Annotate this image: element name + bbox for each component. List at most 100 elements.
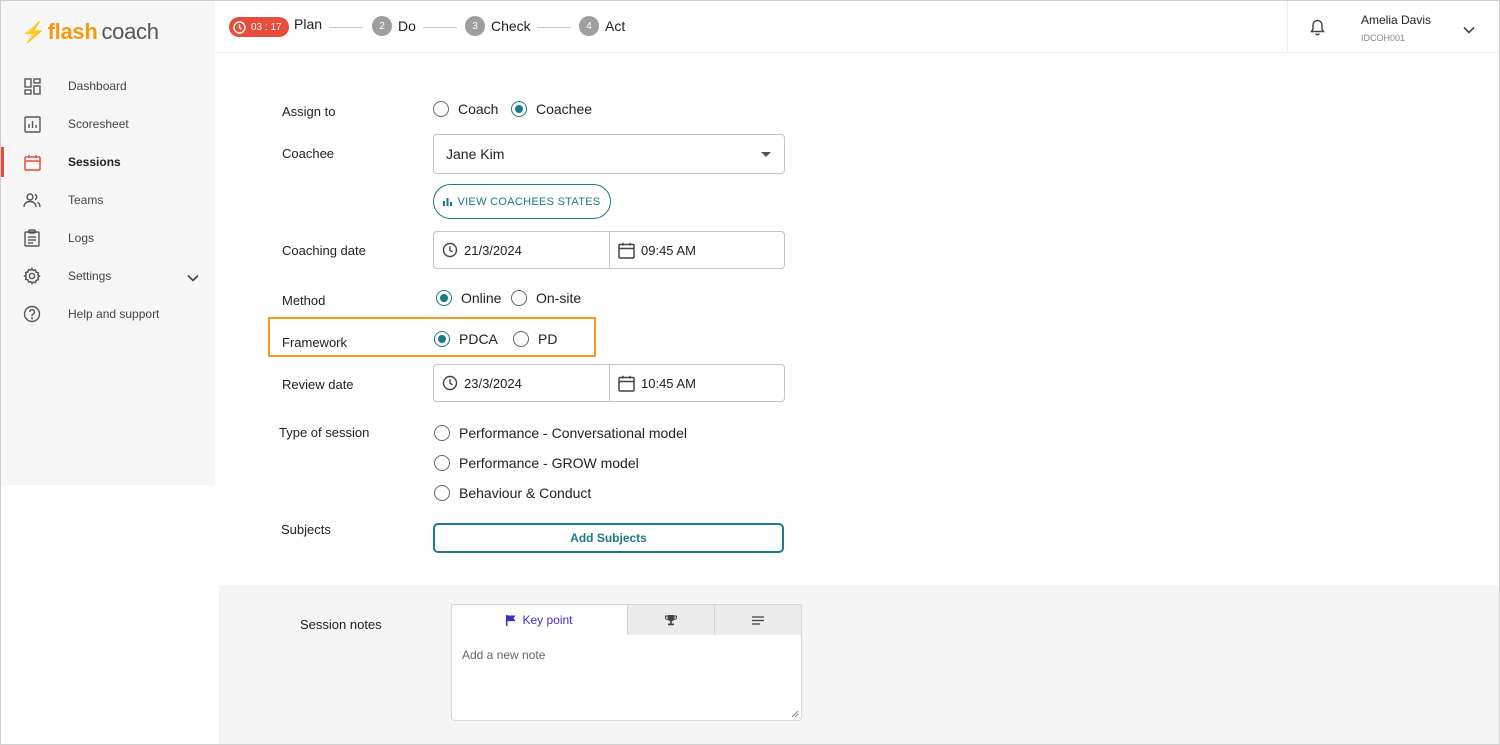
coachee-select[interactable]: Jane Kim [433,134,785,174]
new-note-textarea[interactable]: Add a new note [451,635,802,721]
radio-indicator [433,101,449,117]
coachee-label: Coachee [282,146,335,161]
sidebar-item-label: Teams [68,193,104,207]
radio-indicator [511,290,527,306]
radio-indicator [513,331,529,347]
help-icon [23,305,41,323]
view-coachees-states-button[interactable]: VIEW COACHEES STATES [433,184,611,219]
radio-indicator [436,290,452,306]
note-placeholder: Add a new note [462,648,546,662]
sidebar-item-help[interactable]: Help and support [1,295,215,333]
step-check[interactable]: 3 Check [465,16,531,36]
clipboard-icon [23,229,41,247]
step-connector [329,27,363,28]
clock-icon [233,20,246,34]
sidebar-item-settings[interactable]: Settings [1,257,215,295]
bar-chart-icon [443,198,453,206]
radio-indicator [434,425,450,441]
radio-online[interactable]: Online [436,290,501,306]
sidebar-nav: Dashboard Scoresheet Sessions Teams Logs… [1,67,215,333]
user-info[interactable]: Amelia Davis IDCOH001 [1361,13,1431,43]
step-act[interactable]: 4 Act [579,16,625,36]
radio-coachee[interactable]: Coachee [511,101,592,117]
resize-handle-icon[interactable] [791,710,799,718]
sidebar-item-sessions[interactable]: Sessions [1,143,215,181]
tab-notes-list[interactable] [715,604,802,636]
notifications-button[interactable] [1287,1,1347,53]
sidebar-item-scoresheet[interactable]: Scoresheet [1,105,215,143]
app-window: ⚡ flash coach Dashboard Scoresheet Session… [0,0,1500,745]
coachee-value: Jane Kim [446,146,505,162]
coaching-date-group: 21/3/2024 09:45 AM [433,231,785,269]
sidebar-item-dashboard[interactable]: Dashboard [1,67,215,105]
radio-on-site[interactable]: On-site [511,290,581,306]
calendar-icon [618,242,635,259]
brand-logo: ⚡ flash coach [21,19,159,44]
radio-behaviour-conduct[interactable]: Behaviour & Conduct [434,485,591,501]
sidebar-item-label: Dashboard [68,79,127,93]
session-notes-section: Session notes Key point Add a new note [219,585,1499,744]
bell-icon [1310,19,1325,35]
session-notes-label: Session notes [300,617,382,632]
radio-indicator [434,455,450,471]
subjects-label: Subjects [281,522,331,537]
coaching-date-input[interactable]: 21/3/2024 [434,232,610,268]
step-plan[interactable]: Plan [294,16,322,32]
trophy-icon [665,614,677,625]
coaching-date-label: Coaching date [282,243,366,258]
review-date-group: 23/3/2024 10:45 AM [433,364,785,402]
flag-icon [506,614,516,626]
step-do[interactable]: 2 Do [372,16,416,36]
add-subjects-button[interactable]: Add Subjects [433,523,784,553]
sidebar-item-teams[interactable]: Teams [1,181,215,219]
tab-trophy[interactable] [628,604,715,636]
bolt-icon: ⚡ [21,21,46,44]
timer-value: 03 : 17 [251,21,282,33]
sidebar-item-label: Scoresheet [68,117,129,131]
team-icon [23,191,41,209]
radio-performance-grow[interactable]: Performance - GROW model [434,455,639,471]
step-number: 2 [372,16,392,36]
chart-icon [23,115,41,133]
radio-indicator [434,331,450,347]
radio-indicator [434,485,450,501]
step-number: 4 [579,16,599,36]
method-label: Method [282,293,326,308]
sidebar-item-label: Help and support [68,307,160,321]
sidebar-item-logs[interactable]: Logs [1,219,215,257]
step-connector [537,27,571,28]
sidebar-item-label: Logs [68,231,95,245]
chevron-down-icon[interactable] [187,269,199,287]
review-time-input[interactable]: 10:45 AM [610,365,784,401]
radio-pd[interactable]: PD [513,331,557,347]
review-date-label: Review date [282,377,354,392]
dashboard-icon [23,77,41,95]
framework-label: Framework [282,335,348,350]
calendar-icon [23,153,41,171]
sidebar: ⚡ flash coach Dashboard Scoresheet Session… [1,1,215,485]
clock-icon [442,242,458,258]
sidebar-item-label: Settings [68,269,112,283]
coaching-time-input[interactable]: 09:45 AM [610,232,784,268]
radio-coach[interactable]: Coach [433,101,498,117]
session-type-label: Type of session [279,425,370,440]
clock-icon [442,375,458,391]
review-date-input[interactable]: 23/3/2024 [434,365,610,401]
session-timer: 03 : 17 [229,17,289,37]
caret-down-icon [761,152,771,157]
chevron-down-icon[interactable] [1463,21,1475,39]
assign-to-label: Assign to [282,104,336,119]
step-connector [423,27,457,28]
top-bar: 03 : 17 Plan 2 Do 3 Check 4 Act Amelia D… [215,1,1499,53]
radio-indicator [511,101,527,117]
step-number: 3 [465,16,485,36]
notes-tabs: Key point [451,604,802,636]
radio-pdca[interactable]: PDCA [434,331,498,347]
gear-icon [23,267,41,285]
tab-key-point[interactable]: Key point [451,604,628,636]
text-lines-icon [752,615,764,625]
sidebar-item-label: Sessions [68,155,121,169]
radio-performance-conversational[interactable]: Performance - Conversational model [434,425,687,441]
user-name: Amelia Davis [1361,13,1432,27]
calendar-icon [618,375,635,392]
